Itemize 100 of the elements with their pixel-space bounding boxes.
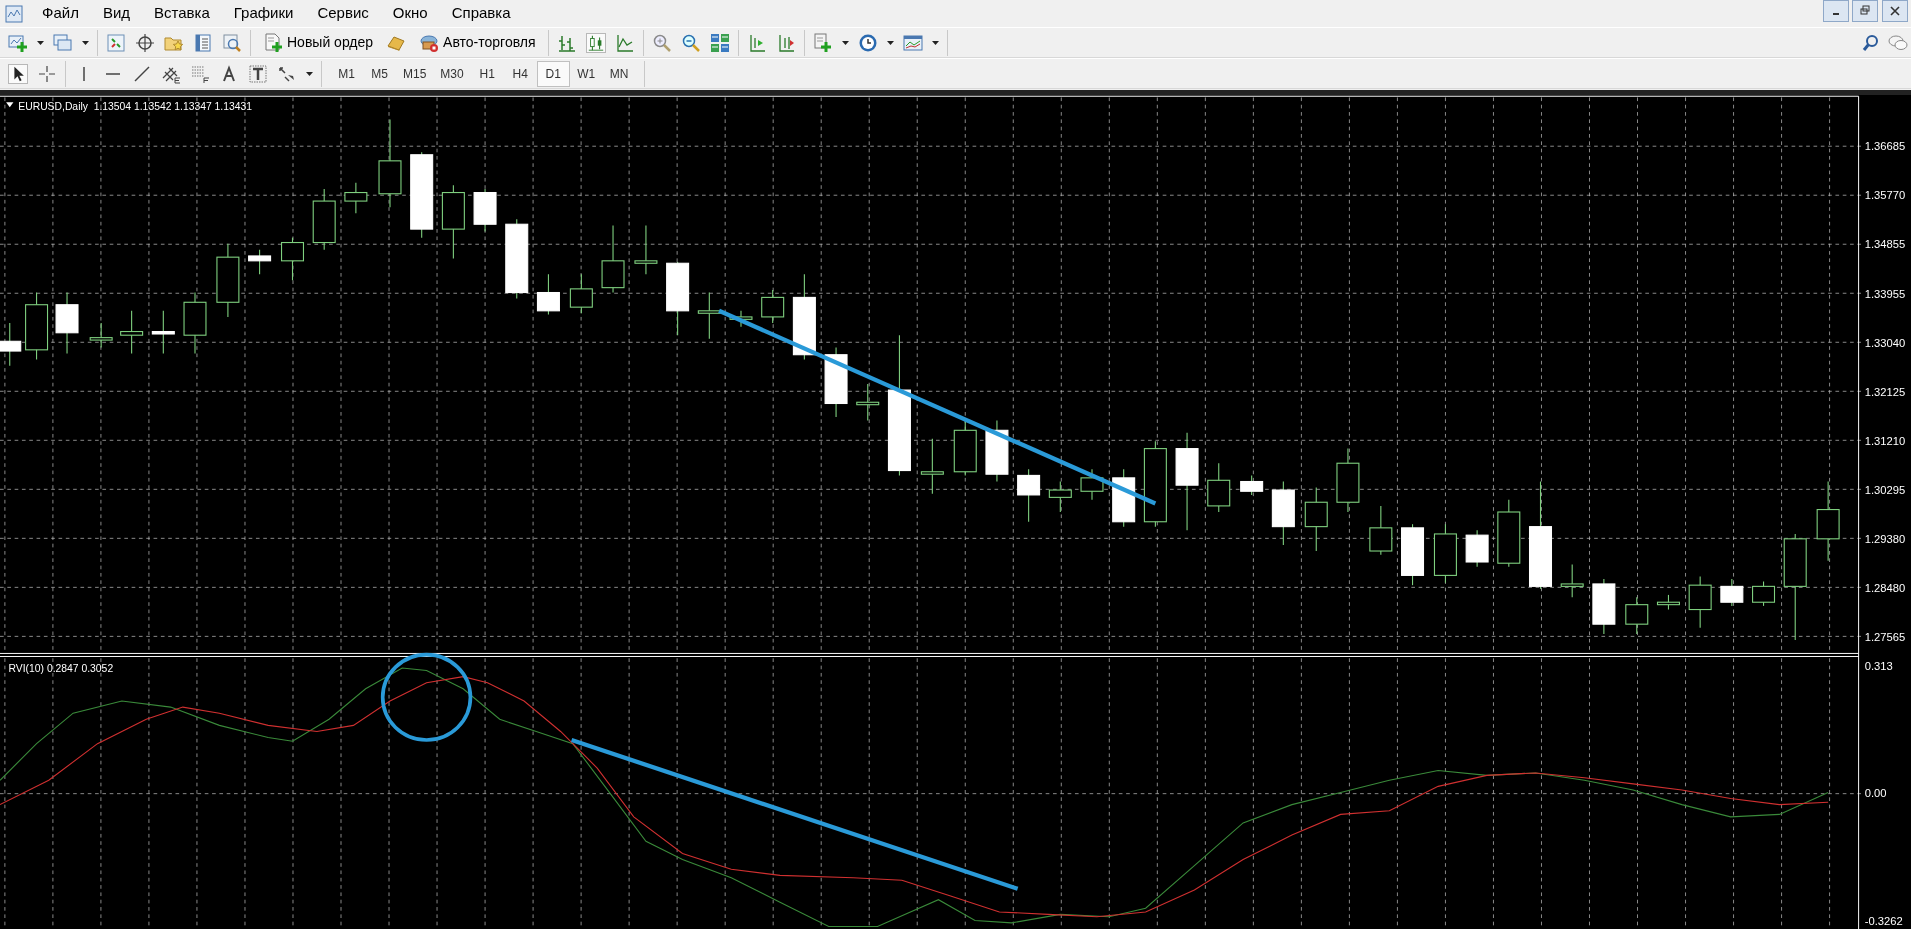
search-icon[interactable] (1860, 32, 1881, 53)
candlestick (0, 322, 22, 367)
new-order-button[interactable]: Новый ордер (259, 30, 378, 55)
candlestick (1080, 468, 1104, 501)
clock-icon[interactable] (857, 32, 878, 53)
candlestick (1271, 480, 1295, 546)
restore-icon[interactable] (1852, 0, 1878, 22)
candlestick (729, 310, 753, 328)
timeframe-button[interactable]: M15 (396, 60, 434, 87)
trend-line-icon[interactable] (132, 63, 152, 84)
candlestick (1336, 448, 1360, 513)
price-label: 1.33955 (1864, 287, 1906, 300)
timeframe-button[interactable]: M30 (433, 60, 471, 87)
candlestick (248, 249, 272, 275)
candlestick (697, 291, 721, 340)
close-icon[interactable] (1881, 0, 1908, 22)
price-label: 1.28480 (1864, 581, 1906, 594)
menu-item[interactable]: Сервис (305, 2, 381, 25)
candlestick (1369, 505, 1393, 556)
list-icon[interactable] (193, 32, 213, 53)
indicator-label: RVI(10) 0.2847 0.3052 (8, 662, 114, 674)
zoom-in-icon[interactable] (651, 32, 672, 53)
candlestick (1465, 529, 1489, 568)
menu-item[interactable]: Вставка (142, 2, 222, 25)
cursor-icon[interactable] (8, 63, 28, 84)
app-icon (4, 3, 24, 24)
robot-icon (419, 32, 440, 53)
price-label: 1.29380 (1864, 532, 1906, 545)
line-chart-icon[interactable] (614, 32, 635, 53)
indicator-axis-label: 0.00 (1864, 787, 1887, 800)
candlestick (1304, 487, 1328, 552)
candlestick (280, 237, 305, 281)
candlestick (536, 273, 560, 316)
candlestick (856, 383, 880, 422)
price-label: 1.36685 (1864, 140, 1906, 153)
fibonacci-icon[interactable] (190, 63, 210, 84)
candlestick (1625, 596, 1649, 635)
magnifier-chart-icon[interactable] (222, 32, 242, 53)
chat-icon[interactable] (1887, 32, 1908, 53)
candlestick (1048, 480, 1072, 513)
candlestick (569, 273, 593, 314)
candlestick (1017, 468, 1041, 523)
candlestick (1433, 523, 1457, 584)
price-label: 1.32125 (1864, 385, 1906, 398)
timeframe-button[interactable]: H4 (503, 60, 537, 87)
timeframe-button[interactable]: MN (602, 60, 636, 87)
menu-item[interactable]: Графики (221, 2, 306, 25)
tile-windows-icon[interactable] (709, 32, 730, 53)
crosshair-icon[interactable] (135, 32, 155, 53)
candlestick (953, 420, 977, 476)
candlestick (1207, 462, 1231, 513)
menu-item[interactable]: Справка (439, 2, 523, 25)
candlestick (120, 310, 144, 355)
market-watch-icon[interactable] (106, 32, 126, 53)
price-label: 1.35770 (1864, 189, 1906, 202)
candlestick (761, 289, 785, 324)
menu-item[interactable]: Вид (90, 2, 143, 25)
zoom-out-icon[interactable] (680, 32, 701, 53)
minimize-icon[interactable] (1822, 0, 1849, 22)
timeframe-button[interactable]: M5 (363, 60, 396, 87)
candlestick (601, 224, 625, 294)
templates-icon[interactable] (902, 32, 923, 53)
indicator-axis-label: -0.3262 (1864, 915, 1903, 928)
timeframe-button[interactable]: M1 (330, 60, 363, 87)
candlestick (1112, 468, 1136, 528)
new-chart-icon[interactable] (8, 32, 28, 53)
candlestick (312, 188, 336, 251)
candlestick (183, 291, 207, 355)
candlestick (985, 420, 1009, 483)
price-label: 1.30295 (1864, 483, 1906, 496)
chart-header: EURUSD,Daily 1.13504 1.13542 1.13347 1.13431 (18, 100, 253, 112)
price-label: 1.27565 (1864, 630, 1906, 643)
timeframe-button[interactable]: H1 (470, 60, 504, 87)
indicators-icon[interactable] (812, 32, 833, 53)
windows-icon[interactable] (53, 32, 73, 53)
candlestick (1240, 474, 1264, 496)
candlestick (1560, 563, 1584, 598)
candlestick (920, 438, 944, 495)
candlestick (1656, 594, 1680, 611)
candlestick (824, 346, 848, 418)
candlestick-icon[interactable] (585, 32, 606, 53)
price-label: 1.31210 (1864, 434, 1906, 447)
menu-item[interactable]: Окно (380, 2, 440, 25)
auto-trading-button[interactable]: Авто-торговля (415, 30, 540, 55)
candlestick (634, 224, 658, 275)
candlestick (1752, 580, 1776, 607)
document-plus-icon (263, 32, 283, 53)
indicator-axis-label: 0.313 (1864, 660, 1893, 673)
text-label-icon[interactable] (248, 63, 268, 84)
timeframe-button[interactable]: D1 (536, 60, 570, 87)
candlestick (1720, 578, 1744, 607)
candlestick (55, 291, 79, 355)
triangle-icon[interactable] (6, 102, 14, 108)
candlestick (1497, 499, 1521, 568)
price-label: 1.34855 (1864, 238, 1906, 251)
timeframe-button[interactable]: W1 (569, 60, 603, 87)
price-label: 1.33040 (1864, 336, 1906, 349)
candlestick (1401, 523, 1425, 586)
menu-item[interactable]: Файл (30, 2, 91, 25)
candlestick (151, 310, 175, 355)
